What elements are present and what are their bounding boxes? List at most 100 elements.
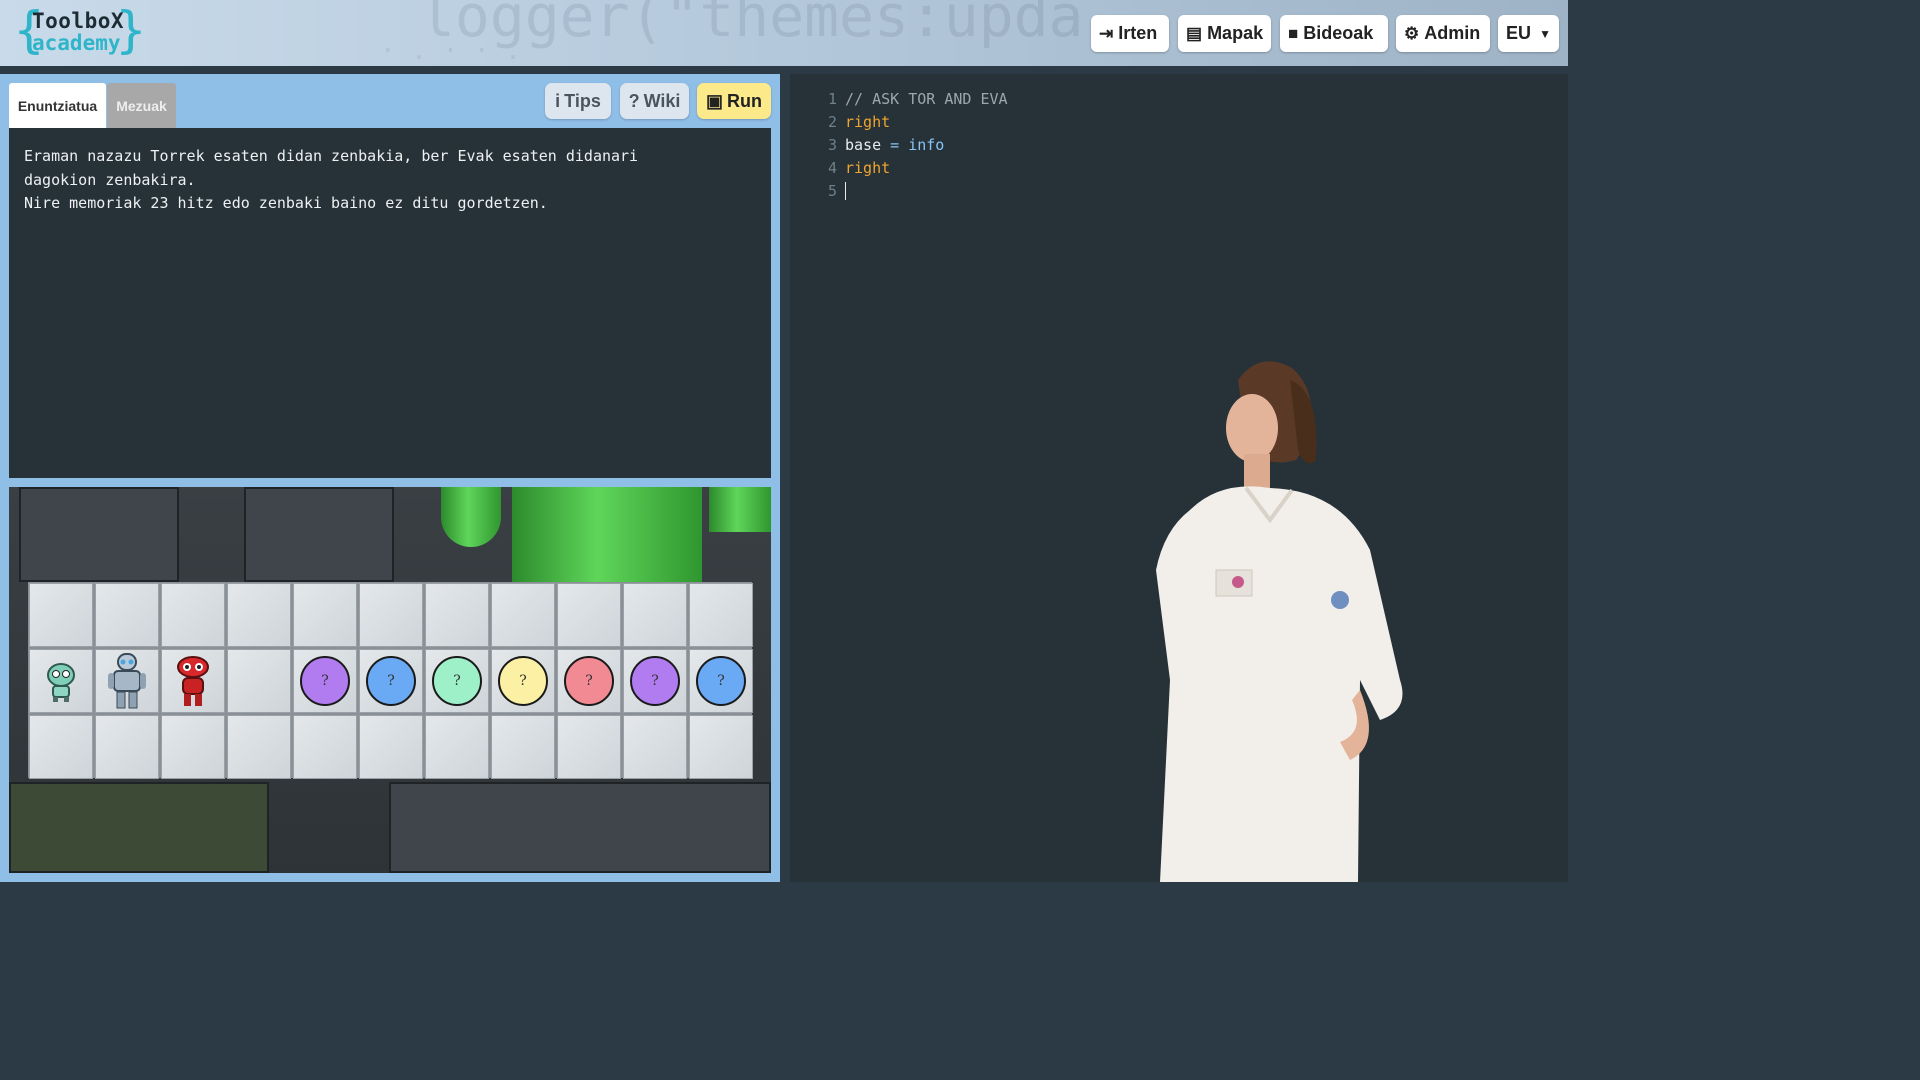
admin-button[interactable]: ⚙ Admin [1396,15,1490,52]
code-lines[interactable]: 1 // ASK TOR AND EVA 2 right 3 base = in… [790,87,1008,202]
statement-text: Eraman nazazu Torrek esaten didan zenbak… [9,128,771,478]
statement-line: Nire memoriak 23 hitz edo zenbaki baino … [24,194,548,212]
code-line[interactable]: 1 // ASK TOR AND EVA [790,87,1008,110]
code-line[interactable]: 2 right [790,110,1008,133]
grid-cell [161,649,225,713]
logout-label: Irten [1118,23,1158,43]
language-value: EU [1506,23,1532,43]
grid-cell [293,583,357,647]
code-line[interactable]: 5 [790,179,1008,202]
orb: ? [300,656,350,706]
barrel-area [9,782,269,873]
wall-plate [19,487,179,582]
line-number: 3 [827,135,837,154]
grid-cell [29,715,93,779]
table-icon: ▤ [1186,23,1203,43]
grid-cell [227,583,291,647]
video-camera-icon: ■ [1288,23,1299,43]
grid-cell [689,583,753,647]
grid-cell [359,583,423,647]
grid-cell: ? [359,649,423,713]
grid-cell [425,715,489,779]
wiki-button[interactable]: ? Wiki [620,83,689,119]
tab-messages[interactable]: Mezuak [107,83,176,128]
language-select[interactable]: EU ▼ [1498,15,1559,52]
orb: ? [696,656,746,706]
maps-button[interactable]: ▤ Mapak [1178,15,1271,52]
grid-cell: ? [557,649,621,713]
grid-cell [293,715,357,779]
grid-cell [425,583,489,647]
line-number: 5 [827,181,837,200]
tab-statement[interactable]: Enuntziatua [9,83,106,128]
grid-cell [161,583,225,647]
tips-label: Tips [564,90,601,111]
grid-cell: ? [623,649,687,713]
game-board: ? ? ? ? ? ? ? [9,487,771,873]
sign-out-icon: ⇥ [1099,23,1114,43]
grid-cell [689,715,753,779]
grid-cell [227,649,291,713]
grid-cell [29,583,93,647]
logo-subtitle: academy [32,31,121,55]
line-number: 1 [827,89,837,108]
run-button[interactable]: ▣ Run [697,83,771,119]
grid-cell [29,649,93,713]
grid-cell [95,715,159,779]
grid-cell [557,583,621,647]
orb: ? [564,656,614,706]
text-cursor [845,181,846,200]
code-variable: base [845,135,882,154]
green-pipe [709,487,771,532]
line-number: 2 [827,112,837,131]
videos-button[interactable]: ■ Bideoak [1280,15,1388,52]
grid-cell [491,715,555,779]
code-keyword: right [845,158,891,177]
green-tank [512,487,702,582]
code-line[interactable]: 3 base = info [790,133,1008,156]
logo[interactable]: { ToolboX academy } [14,3,146,59]
code-line[interactable]: 4 right [790,156,1008,179]
tips-button[interactable]: i Tips [545,83,611,119]
grid-cell: ? [293,649,357,713]
code-comment: // ASK TOR AND EVA [845,89,1008,108]
header-background-decoration-2: · . · · . [380,36,521,66]
videos-label: Bideoak [1303,23,1374,43]
orb: ? [366,656,416,706]
orb: ? [498,656,548,706]
small-robot-icon [47,663,75,702]
logo-title: ToolboX [32,9,125,33]
question-icon: ? [628,90,640,111]
grid-cell [359,715,423,779]
code-value: info [908,135,945,154]
grid-cell [161,715,225,779]
grid-cell [491,583,555,647]
info-icon: i [555,90,561,111]
wall-plate [389,782,771,873]
game-grid: ? ? ? ? ? ? ? [28,582,753,779]
gear-icon: ⚙ [1404,23,1420,43]
grid-cell [95,649,159,713]
code-operator: = [881,135,909,154]
grid-cell: ? [491,649,555,713]
code-editor[interactable]: 1 // ASK TOR AND EVA 2 right 3 base = in… [790,74,1568,882]
run-label: Run [727,90,762,111]
grid-cell [227,715,291,779]
code-keyword: right [845,112,891,131]
grid-cell [623,583,687,647]
logout-button[interactable]: ⇥ Irten [1091,15,1169,52]
header: logger("themes:upda · . · · . { ToolboX … [0,0,1568,66]
green-pipe [441,487,501,547]
statement-line: Eraman nazazu Torrek esaten didan zenbak… [24,147,639,189]
admin-label: Admin [1424,23,1481,43]
grid-cell: ? [689,649,753,713]
orb: ? [432,656,482,706]
eva-robot-icon [177,656,209,706]
logo-right-brace: } [115,1,146,59]
terminal-icon: ▣ [705,90,723,111]
grid-cell [95,583,159,647]
line-number: 4 [827,158,837,177]
wiki-label: Wiki [643,90,681,111]
presenter-video [1156,361,1403,882]
chevron-down-icon: ▼ [1539,26,1551,41]
